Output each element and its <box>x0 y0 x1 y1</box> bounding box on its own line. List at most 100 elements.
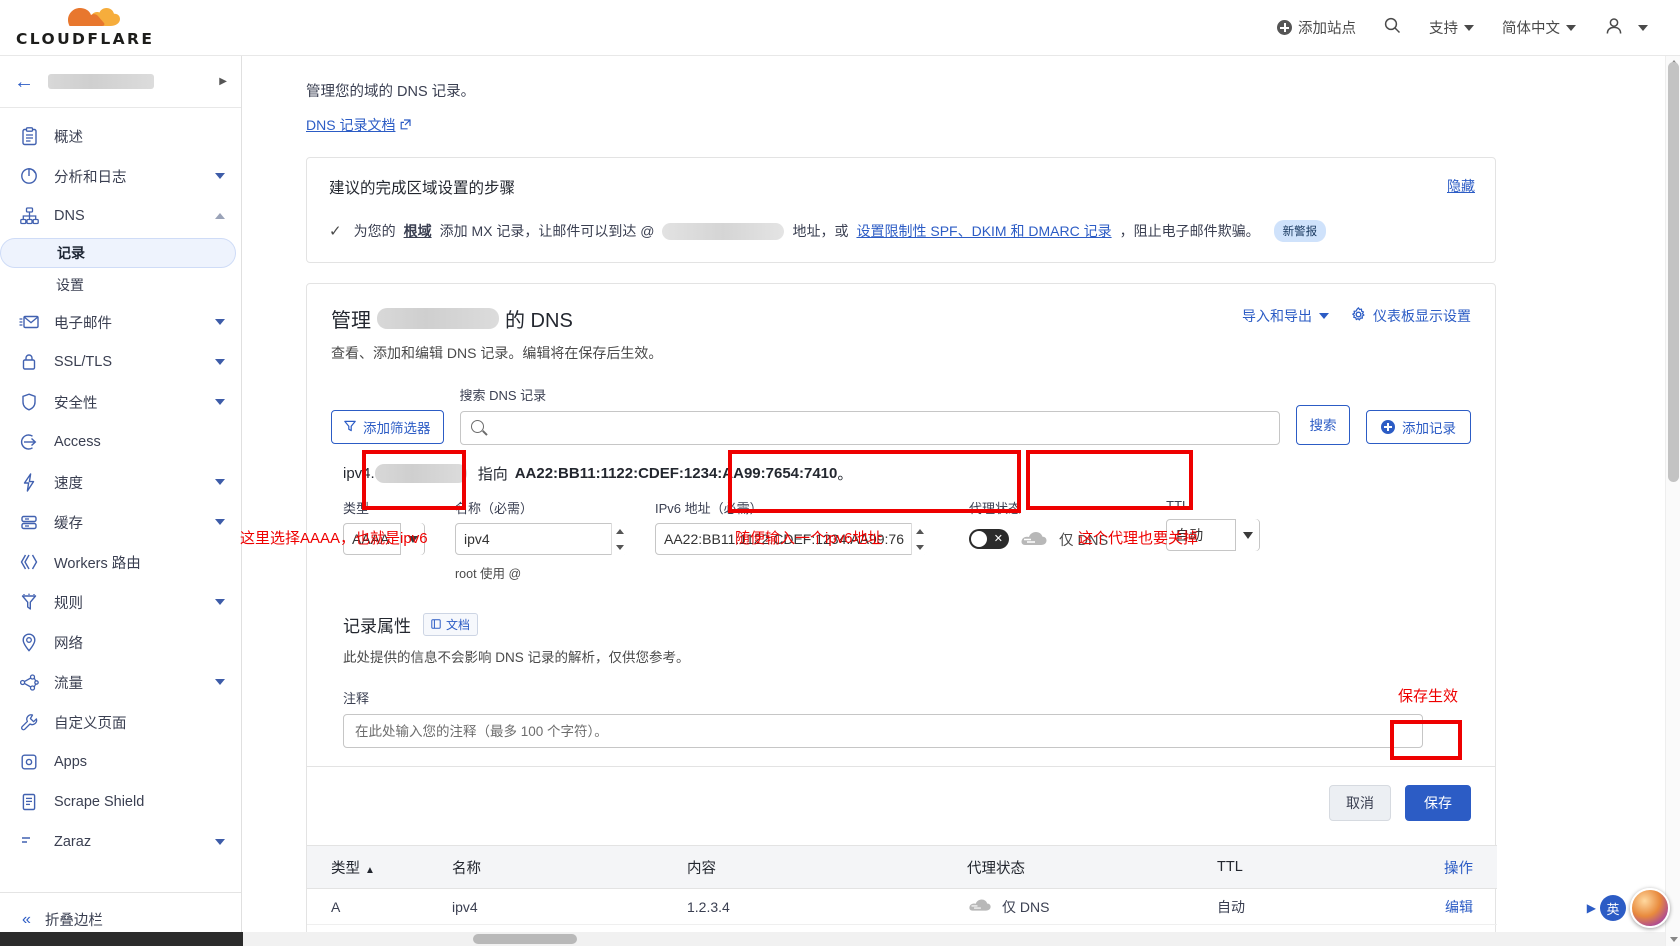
add-filter-label: 添加筛选器 <box>363 421 431 436</box>
ipv6-spinner-down[interactable] <box>912 539 927 555</box>
sidebar-item-label: Access <box>54 434 101 450</box>
save-button[interactable]: 保存 <box>1405 785 1471 821</box>
sidebar-item-security[interactable]: 安全性 <box>0 382 241 422</box>
caret-up-icon <box>915 528 924 534</box>
column-header-name[interactable]: 名称 <box>452 857 687 878</box>
back-arrow-icon[interactable]: ← <box>14 72 34 92</box>
spf-dkim-dmarc-link[interactable]: 设置限制性 SPF、DKIM 和 DMARC 记录 <box>856 221 1111 241</box>
dns-search-label: 搜索 DNS 记录 <box>459 388 547 403</box>
name-input[interactable] <box>455 523 627 555</box>
sidebar-item-email[interactable]: 电子邮件 <box>0 302 241 342</box>
pin-icon <box>18 632 40 652</box>
sidebar-item-workers-routes[interactable]: Workers 路由 <box>0 542 241 582</box>
top-navigation-bar: CLOUDFLARE 添加站点 支持 简体中文 <box>0 0 1680 56</box>
cell-edit-link[interactable]: 编辑 <box>1377 897 1497 917</box>
sidebar-item-cache[interactable]: 缓存 <box>0 502 241 542</box>
sidebar-item-traffic[interactable]: 流量 <box>0 662 241 702</box>
add-record-button[interactable]: 添加记录 <box>1366 410 1471 444</box>
chevron-double-left-icon: « <box>22 910 31 928</box>
ipv6-spinner-up[interactable] <box>912 523 927 539</box>
sidebar-subitem-records[interactable]: 记录 <box>0 238 236 268</box>
ime-expand-icon[interactable]: ▶ <box>1587 901 1596 915</box>
record-fields-row: 类型 AAAA 名称（必需） ipv4 root 使用 @ IPv6 地址（必需… <box>343 498 1471 582</box>
proxy-status-label: 代理状态 <box>969 501 1022 516</box>
step-text-part2: 添加 MX 记录，让邮件可以到达 @ <box>439 223 655 239</box>
sidebar-item-overview[interactable]: 概述 <box>0 116 241 156</box>
lock-icon <box>18 352 40 372</box>
chevron-down-icon <box>215 519 225 525</box>
chevron-down-icon <box>215 359 225 365</box>
global-search-button[interactable] <box>1370 9 1415 46</box>
cloudflare-logo[interactable]: CLOUDFLARE <box>16 7 154 48</box>
language-menu[interactable]: 简体中文 <box>1488 9 1590 46</box>
chevron-down-icon <box>215 399 225 405</box>
name-input-wrap <box>455 523 627 555</box>
dashboard-display-settings-button[interactable]: 仪表板显示设置 <box>1351 306 1471 326</box>
column-header-operations: 操作 <box>1444 860 1473 877</box>
sidebar-item-apps[interactable]: Apps <box>0 742 241 782</box>
sitemap-icon <box>18 206 40 226</box>
new-alert-badge: 新警报 <box>1273 220 1327 242</box>
step-text-part3: 地址，或 <box>792 223 849 239</box>
sidebar-item-network[interactable]: 网络 <box>0 622 241 662</box>
sidebar-item-speed[interactable]: 速度 <box>0 462 241 502</box>
dns-title-suffix: 的 DNS <box>505 310 573 332</box>
taskbar-strip <box>0 932 243 946</box>
sidebar-item-access[interactable]: Access <box>0 422 241 462</box>
name-spinner-up[interactable] <box>612 523 627 539</box>
table-row[interactable]: A ipv4 1.2.3.4 仅 DNS 自动 编辑 <box>307 889 1497 925</box>
sidebar-item-analytics[interactable]: 分析和日志 <box>0 156 241 196</box>
proxy-toggle[interactable]: ✕ <box>969 529 1009 549</box>
collapse-sidebar-label: 折叠边栏 <box>44 913 103 929</box>
annotation-text-save: 保存生效 <box>1398 688 1459 705</box>
ime-language-badge[interactable]: 英 <box>1600 895 1626 921</box>
account-menu[interactable] <box>1590 8 1662 48</box>
funnel-icon <box>18 592 40 612</box>
sidebar-item-ssl-tls[interactable]: SSL/TLS <box>0 342 241 382</box>
zone-selector[interactable]: ← ▶ <box>0 56 241 108</box>
search-button[interactable]: 搜索 <box>1296 405 1350 445</box>
add-filter-button[interactable]: 添加筛选器 <box>331 410 444 444</box>
sidebar-item-dns[interactable]: DNS <box>0 196 241 236</box>
support-menu[interactable]: 支持 <box>1415 9 1488 46</box>
vertical-scrollbar-thumb[interactable] <box>1668 62 1679 482</box>
sidebar-item-custom-pages[interactable]: 自定义页面 <box>0 702 241 742</box>
name-spinner-down[interactable] <box>612 539 627 555</box>
sidebar-item-scrape-shield[interactable]: Scrape Shield <box>0 782 241 822</box>
gear-icon <box>1351 307 1366 325</box>
horizontal-scrollbar-thumb[interactable] <box>473 934 577 944</box>
scroll-down-arrow-icon[interactable] <box>1670 937 1678 942</box>
cell-type: A <box>331 898 341 915</box>
dns-search-row: 添加筛选器 搜索 DNS 记录 搜索 添加记录 <box>307 363 1495 445</box>
dns-docs-link[interactable]: DNS 记录文档 <box>306 115 412 135</box>
column-header-proxy[interactable]: 代理状态 <box>967 857 1217 878</box>
ttl-select-arrow[interactable] <box>1235 519 1260 551</box>
vertical-scrollbar[interactable] <box>1665 56 1680 946</box>
comment-input[interactable] <box>343 714 1423 748</box>
column-header-type[interactable]: 类型 ▲ <box>307 857 452 878</box>
record-properties-doc-chip[interactable]: 文档 <box>423 613 479 636</box>
chevron-down-icon <box>215 839 225 845</box>
cancel-button[interactable]: 取消 <box>1329 785 1391 821</box>
column-header-ttl[interactable]: TTL <box>1217 859 1377 875</box>
user-avatar-icon <box>1604 16 1624 40</box>
sidebar-item-rules[interactable]: 规则 <box>0 582 241 622</box>
database-icon <box>18 512 40 532</box>
book-icon <box>431 618 441 632</box>
import-export-menu[interactable]: 导入和导出 <box>1242 306 1329 326</box>
chevron-down-icon <box>215 599 225 605</box>
hide-steps-link[interactable]: 隐藏 <box>1447 176 1475 196</box>
ime-logo-icon[interactable] <box>1630 888 1670 928</box>
sidebar-item-label: 安全性 <box>54 395 98 412</box>
column-header-content[interactable]: 内容 <box>687 857 967 878</box>
ipv6-spinner[interactable] <box>911 523 927 555</box>
sidebar-item-zaraz[interactable]: Zaraz <box>0 822 241 862</box>
clipboard-icon <box>18 126 40 146</box>
add-site-button[interactable]: 添加站点 <box>1263 9 1370 46</box>
horizontal-scrollbar[interactable] <box>243 932 1665 946</box>
ime-widget: ▶ 英 <box>1587 888 1670 928</box>
sidebar-subitem-settings[interactable]: 设置 <box>0 270 241 300</box>
dns-search-input[interactable] <box>459 411 1280 445</box>
name-spinner[interactable] <box>611 523 627 555</box>
comment-label: 注释 <box>343 691 370 706</box>
